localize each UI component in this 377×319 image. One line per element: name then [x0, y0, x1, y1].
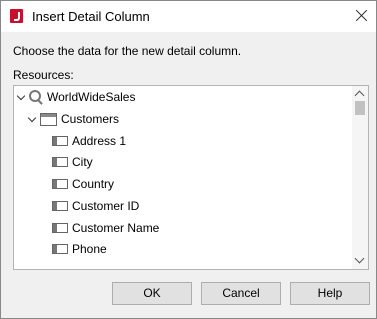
chevron-down-icon[interactable] — [27, 113, 37, 122]
scroll-up-icon[interactable] — [354, 90, 365, 101]
tree-node-label: WorldWideSales — [47, 90, 136, 104]
field-label: Address 1 — [72, 134, 127, 148]
tree-field-item[interactable]: City — [52, 152, 93, 172]
query-icon — [29, 90, 43, 104]
title-bar: Insert Detail Column — [1, 1, 376, 32]
field-icon — [52, 136, 68, 146]
tree-field-item[interactable]: Customer ID — [52, 196, 139, 216]
field-label: City — [72, 155, 93, 169]
resources-label: Resources: — [13, 68, 74, 82]
field-icon — [52, 201, 68, 211]
tree-node-worldwidesales[interactable]: WorldWideSales — [16, 87, 136, 107]
field-icon — [52, 179, 68, 189]
table-icon — [40, 112, 57, 126]
field-icon — [52, 157, 68, 167]
close-icon[interactable] — [346, 4, 376, 28]
field-label: Phone — [72, 242, 107, 256]
cancel-button[interactable]: Cancel — [201, 282, 281, 305]
field-label: Customer Name — [72, 221, 160, 235]
scroll-down-icon[interactable] — [354, 253, 365, 264]
ok-button[interactable]: OK — [112, 282, 192, 305]
tree-node-customers[interactable]: Customers — [27, 109, 120, 129]
report-app-icon — [10, 9, 23, 23]
tree-field-item[interactable]: Country — [52, 174, 114, 194]
help-button[interactable]: Help — [290, 282, 370, 305]
field-icon — [52, 223, 68, 233]
resources-tree[interactable]: WorldWideSales Customers Address 1 City … — [13, 85, 369, 270]
chevron-down-icon[interactable] — [16, 91, 26, 100]
dialog-title: Insert Detail Column — [32, 9, 150, 24]
tree-field-item[interactable]: Customer Name — [52, 218, 159, 238]
tree-field-item[interactable]: Phone — [52, 239, 107, 259]
field-label: Customer ID — [72, 199, 140, 213]
instructions-text: Choose the data for the new detail colum… — [13, 44, 242, 58]
tree-field-item[interactable]: Address 1 — [52, 131, 126, 151]
tree-scrollbar[interactable] — [352, 86, 368, 269]
field-label: Country — [72, 177, 115, 191]
field-icon — [52, 244, 68, 254]
scroll-thumb[interactable] — [355, 101, 365, 115]
insert-detail-column-dialog: Insert Detail Column Choose the data for… — [0, 0, 377, 319]
tree-node-label: Customers — [61, 112, 120, 126]
